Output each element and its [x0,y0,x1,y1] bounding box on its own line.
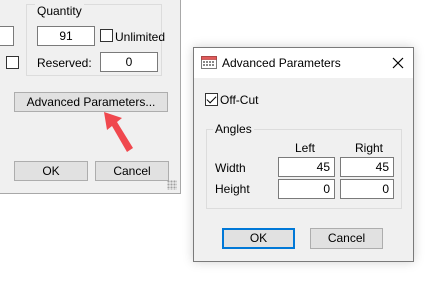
annotation-arrow [104,112,133,152]
reserved-field[interactable]: 0 [100,52,158,72]
close-icon[interactable] [383,48,413,78]
width-left-field[interactable]: 45 [278,157,335,177]
right-column-header: Right [355,141,384,155]
unlimited-checkbox[interactable] [100,29,113,42]
title-window-icon [201,56,217,69]
advanced-parameters-button[interactable]: Advanced Parameters... [14,92,168,112]
advanced-parameters-dialog: Advanced Parameters Off-Cut Angles Left … [193,47,414,262]
width-right-field[interactable]: 45 [340,157,394,177]
reserved-label: Reserved: [37,56,92,70]
ok-button[interactable]: OK [222,228,295,249]
height-left-field[interactable]: 0 [278,179,335,199]
title-bar[interactable]: Advanced Parameters [194,48,413,78]
quantity-field[interactable]: 91 [37,26,95,46]
offcut-label: Off-Cut [220,93,259,107]
quantity-group-title: Quantity [35,4,84,18]
offcut-checkbox[interactable] [205,93,218,106]
resize-grip[interactable] [167,180,177,190]
cancel-button[interactable]: Cancel [310,228,383,249]
unlimited-label: Unlimited [115,30,166,44]
ok-button[interactable]: OK [14,161,88,181]
height-label: Height [215,182,250,196]
parent-dialog: Quantity 91 Unlimited Reserved: 0 Advanc… [0,0,181,194]
angles-group-title: Angles [213,122,254,136]
dialog-title: Advanced Parameters [222,56,341,70]
height-right-field[interactable]: 0 [340,179,394,199]
partial-left-checkbox[interactable] [6,56,19,69]
width-label: Width [215,161,246,175]
cancel-button[interactable]: Cancel [95,161,169,181]
left-column-header: Left [295,141,316,155]
partial-left-field[interactable] [0,26,14,46]
